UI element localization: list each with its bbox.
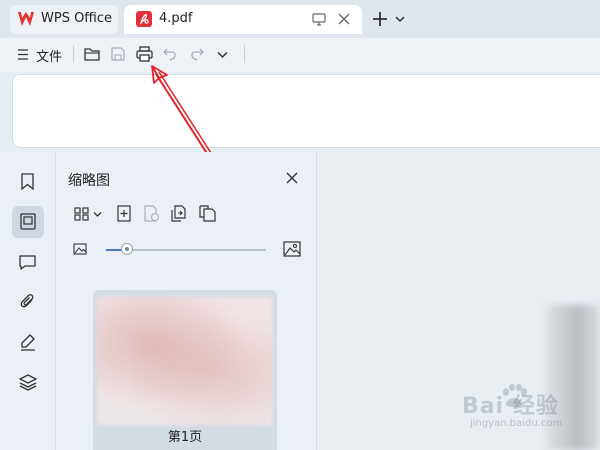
page-thumbnail-image[interactable]: [97, 297, 273, 425]
comment-icon[interactable]: [19, 254, 36, 270]
attachment-icon[interactable]: [20, 293, 36, 310]
page-thumbnail-label: 第1页: [167, 430, 203, 445]
annotation-arrow-icon: [140, 60, 215, 160]
panel-title: 缩略图: [68, 173, 110, 189]
watermark-brand: Bai 经验: [462, 394, 559, 419]
replace-page-icon[interactable]: [199, 205, 216, 222]
delete-page-icon[interactable]: [144, 205, 160, 222]
more-chevron-icon[interactable]: [217, 51, 228, 59]
toolbar-divider: [73, 45, 74, 63]
zoom-out-image-icon[interactable]: [73, 243, 87, 255]
save-icon[interactable]: [111, 47, 125, 61]
bookmark-icon[interactable]: [20, 173, 35, 190]
tab-wps-label: WPS Office: [41, 11, 113, 26]
file-menu-label[interactable]: 文件: [36, 46, 62, 65]
zoom-in-image-icon[interactable]: [283, 241, 301, 257]
close-tab-icon[interactable]: [338, 13, 350, 25]
toolbar-divider: [244, 45, 245, 63]
zoom-slider-handle[interactable]: [121, 243, 133, 255]
open-folder-icon[interactable]: [84, 47, 100, 61]
tab-wps-office[interactable]: WPS Office: [10, 5, 118, 34]
extract-page-icon[interactable]: [171, 205, 188, 222]
thumbnail-view-icon[interactable]: [20, 213, 36, 230]
monitor-icon[interactable]: [312, 13, 326, 26]
tab-list-chevron-icon[interactable]: [395, 15, 405, 23]
insert-page-icon[interactable]: [117, 205, 131, 222]
hamburger-menu-icon[interactable]: [18, 49, 28, 60]
watermark-url: jingyan.baidu.com: [470, 418, 563, 429]
tab-pdf-label: 4.pdf: [159, 11, 193, 26]
grid-layout-icon[interactable]: [74, 207, 90, 221]
signature-pen-icon[interactable]: [20, 334, 36, 351]
tab-pdf-document[interactable]: 4.pdf: [124, 5, 362, 34]
layers-icon[interactable]: [19, 374, 37, 391]
wps-logo-icon: [18, 12, 34, 26]
redo-icon[interactable]: [190, 47, 204, 61]
undo-icon[interactable]: [163, 47, 177, 61]
pdf-file-icon: [136, 11, 152, 27]
ribbon-panel: [12, 74, 600, 148]
new-tab-plus-icon[interactable]: [372, 11, 388, 27]
close-panel-icon[interactable]: [286, 172, 298, 184]
grid-dropdown-chevron-icon[interactable]: [93, 211, 102, 218]
